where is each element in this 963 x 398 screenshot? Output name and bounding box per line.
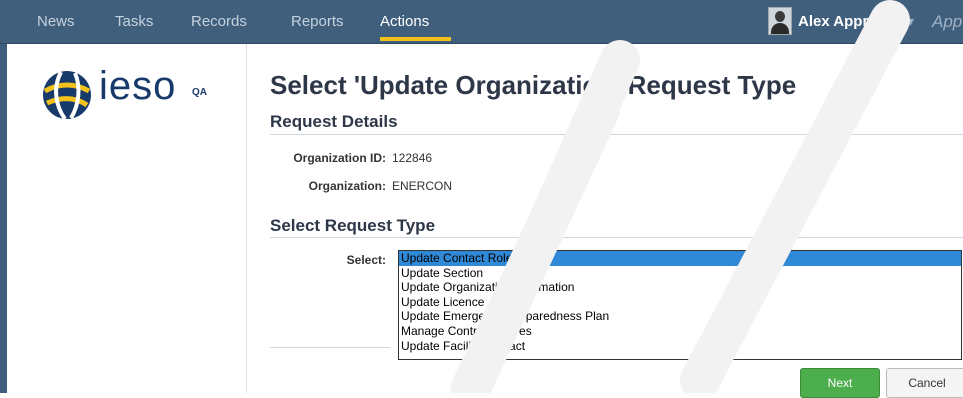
listbox-option[interactable]: Update Contact Role(s)	[399, 251, 961, 266]
environment-badge: QA	[192, 87, 207, 98]
organization-id-label: Organization ID:	[293, 151, 386, 165]
request-details-heading: Request Details	[270, 112, 398, 131]
divider	[270, 347, 390, 348]
select-request-type-heading: Select Request Type	[270, 216, 436, 235]
organization-value: ENERCON	[392, 179, 453, 193]
divider	[270, 237, 963, 238]
main-content: Select 'Update Organization' Request Typ…	[246, 44, 963, 398]
request-type-listbox[interactable]: Update Contact Role(s) Update Section Up…	[398, 250, 962, 360]
listbox-option[interactable]: Update Licence	[399, 295, 961, 310]
nav-item-reports[interactable]: Reports	[291, 0, 344, 43]
top-navigation-bar: News Tasks Records Reports Actions Alex …	[0, 0, 963, 44]
organization-label: Organization:	[308, 179, 386, 193]
listbox-option[interactable]: Manage Control Centres	[399, 324, 961, 339]
divider	[270, 134, 963, 135]
page-title: Select 'Update Organization' Request Typ…	[270, 70, 797, 100]
nav-item-tasks[interactable]: Tasks	[115, 0, 153, 43]
next-button[interactable]: Next	[800, 368, 880, 398]
chevron-down-icon[interactable]: ▾	[907, 0, 914, 43]
app-menu-label[interactable]: App	[932, 0, 962, 43]
left-frame-border	[0, 44, 7, 393]
nav-item-actions-label: Actions	[380, 13, 430, 30]
nav-item-news[interactable]: News	[37, 0, 75, 43]
listbox-option[interactable]: Update Section	[399, 266, 961, 281]
organization-id-value: 122846	[392, 151, 433, 165]
active-tab-indicator	[380, 37, 451, 41]
user-menu-name[interactable]: Alex Apprep	[798, 0, 886, 43]
listbox-option[interactable]: Update Facility Contact	[399, 339, 961, 354]
select-label: Select:	[346, 253, 386, 267]
nav-item-actions[interactable]: Actions	[380, 0, 451, 43]
nav-item-records[interactable]: Records	[191, 0, 247, 43]
user-avatar[interactable]	[768, 7, 792, 35]
sidebar: ieso QA	[7, 44, 247, 393]
cancel-button[interactable]: Cancel	[886, 368, 963, 398]
listbox-option[interactable]: Update Emergency Preparedness Plan	[399, 309, 961, 324]
ieso-logo-text: ieso	[99, 64, 177, 108]
listbox-option[interactable]: Update Organization Information	[399, 280, 961, 295]
ieso-globe-logo-icon	[43, 71, 91, 121]
